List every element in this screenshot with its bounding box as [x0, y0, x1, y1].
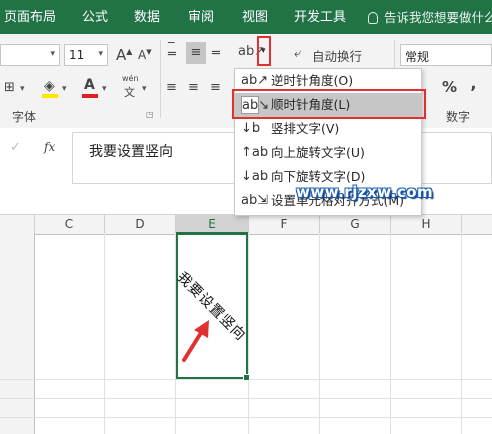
decrease-font-button[interactable]: A▼: [138, 48, 152, 62]
column-divider: [248, 214, 249, 233]
red-arrow-icon: [182, 320, 209, 362]
fill-handle[interactable]: [243, 374, 250, 381]
chevron-down-icon: ▾: [98, 49, 103, 59]
orientation-dropdown-highlight[interactable]: ▾: [257, 36, 271, 66]
menu-item-highlight: [232, 89, 426, 119]
menu-item-vertical-text[interactable]: ↓b 竖排文字(V): [235, 117, 421, 141]
grid-line: [390, 233, 391, 434]
align-right-icon[interactable]: ≡: [210, 80, 221, 95]
font-size-value: 11: [69, 48, 85, 62]
format-cell-alignment-icon: ab⇲: [241, 193, 269, 208]
group-divider: [160, 40, 161, 118]
grid-line: [319, 233, 320, 434]
column-divider: [461, 214, 462, 233]
chevron-down-icon: ▾: [261, 46, 266, 56]
wrap-text-button[interactable]: 自动换行: [312, 46, 362, 65]
font-name-box[interactable]: ▾: [0, 44, 60, 66]
grid-line: [248, 233, 249, 434]
number-format-value: 常规: [405, 50, 430, 64]
font-size-box[interactable]: 11 ▾: [64, 44, 108, 66]
tab-developer[interactable]: 开发工具: [294, 0, 346, 34]
tab-view[interactable]: 视图: [242, 0, 268, 34]
grid-line: [461, 233, 462, 434]
tab-formulas[interactable]: 公式: [82, 0, 108, 34]
menu-item-rotate-text-up[interactable]: ↑ab 向上旋转文字(U): [235, 141, 421, 165]
dialog-launcher-icon[interactable]: ◳: [146, 110, 154, 119]
column-divider: [104, 214, 105, 233]
fill-color-icon[interactable]: ◈: [44, 78, 55, 94]
tab-data[interactable]: 数据: [134, 0, 160, 34]
grid-line: [0, 417, 492, 418]
formula-content: 我要设置竖向: [89, 144, 173, 160]
ribbon-tab-bar: 页面布局 公式 数据 审阅 视图 开发工具 告诉我您想要做什么: [0, 0, 492, 34]
chevron-down-icon: ▾: [20, 84, 25, 94]
font-color-button[interactable]: A: [84, 77, 95, 93]
column-header-f[interactable]: F: [249, 215, 319, 234]
phonetic-guide-bottom: 文: [124, 86, 135, 99]
grid-line: [104, 233, 105, 434]
watermark: www.rjzxw.com: [296, 183, 434, 201]
grid-line: [0, 398, 492, 399]
decrease-font-label: A: [138, 48, 147, 62]
align-center-icon[interactable]: ≡: [188, 80, 199, 95]
font-group-label: 字体: [12, 110, 37, 124]
phonetic-guide-top[interactable]: wén: [122, 74, 139, 83]
fill-color-swatch: [42, 94, 58, 98]
tab-review[interactable]: 审阅: [188, 0, 214, 34]
chevron-down-icon: ▾: [62, 84, 67, 94]
number-group-label: 数字: [446, 110, 471, 124]
column-divider: [319, 214, 320, 233]
tell-me-search[interactable]: 告诉我您想要做什么: [368, 0, 492, 34]
menu-item-label: 向上旋转文字(U): [271, 145, 365, 160]
column-header-row: C D E F G H: [0, 214, 492, 235]
row-header-column: [0, 233, 35, 434]
column-divider: [34, 214, 35, 233]
wrap-text-icon: ⤶: [294, 46, 302, 61]
column-header-e[interactable]: E: [176, 215, 248, 234]
tab-page-layout[interactable]: 页面布局: [4, 0, 56, 34]
font-color-swatch: [82, 94, 98, 98]
chevron-down-icon: ▾: [50, 49, 55, 59]
borders-icon[interactable]: ⊞: [4, 80, 15, 95]
increase-font-button[interactable]: A▲: [116, 46, 132, 64]
chevron-down-icon: ▾: [102, 84, 107, 94]
column-divider: [390, 214, 391, 233]
enter-check-icon[interactable]: ✓: [10, 140, 21, 155]
menu-item-label: 竖排文字(V): [271, 121, 340, 136]
column-divider: [175, 214, 176, 233]
bottom-align-icon[interactable]: ═: [212, 46, 220, 61]
chevron-down-icon: ▾: [142, 84, 147, 94]
vertical-text-icon: ↓b: [241, 121, 261, 136]
number-format-box[interactable]: 常规: [400, 44, 492, 66]
angle-counterclockwise-icon: ab↗: [241, 73, 269, 88]
tell-me-text: 告诉我您想要做什么: [384, 10, 492, 25]
column-header-g[interactable]: G: [320, 215, 390, 234]
increase-font-label: A: [116, 46, 127, 64]
rotate-text-down-icon: ↓ab: [241, 169, 269, 184]
top-align-icon[interactable]: ‾ ═: [168, 42, 176, 61]
column-header-d[interactable]: D: [105, 215, 175, 234]
middle-align-icon[interactable]: ≡: [186, 42, 206, 64]
column-header-c[interactable]: C: [34, 215, 104, 234]
insert-function-icon[interactable]: fx: [44, 140, 55, 154]
column-header-h[interactable]: H: [391, 215, 461, 234]
rotate-text-up-icon: ↑ab: [241, 145, 269, 160]
align-left-icon[interactable]: ≡: [166, 80, 177, 95]
lightbulb-icon: [368, 12, 378, 24]
percent-button[interactable]: %: [442, 78, 457, 96]
comma-style-button[interactable]: ‚: [470, 74, 476, 94]
